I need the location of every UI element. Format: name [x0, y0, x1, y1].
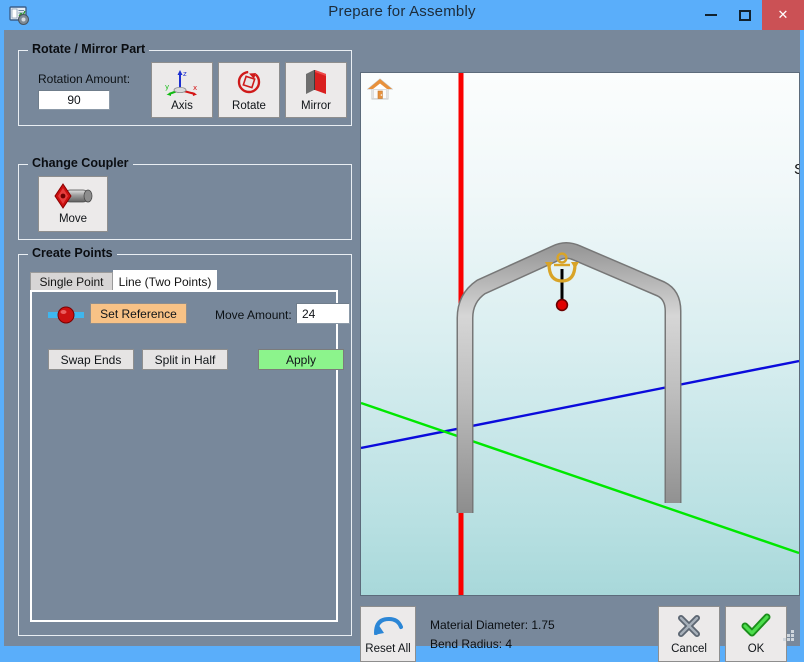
minimize-button[interactable]	[694, 0, 728, 30]
x-mark-icon	[674, 613, 704, 642]
svg-text:y: y	[165, 83, 169, 91]
axis-button[interactable]: z x y Axis	[151, 62, 213, 118]
material-info: Material Diameter: 1.75 Bend Radius: 4	[430, 616, 555, 654]
tab-single-point-label: Single Point	[39, 275, 104, 289]
create-points-tabpanel: Set Reference Move Amount: 24 Swap Ends …	[30, 290, 350, 622]
group-change-coupler: Change Coupler Move	[18, 156, 352, 240]
ok-label: OK	[747, 643, 765, 655]
axis-triad-icon: z x y	[164, 68, 200, 99]
axis-button-label: Axis	[171, 100, 193, 112]
cancel-label: Cancel	[671, 643, 707, 655]
maximize-button[interactable]	[728, 0, 762, 30]
group-title-create-points: Create Points	[28, 246, 117, 260]
check-mark-icon	[741, 613, 771, 642]
close-button[interactable]: ✕	[762, 0, 804, 30]
apply-button[interactable]: Apply	[258, 349, 344, 370]
tab-line-two-points[interactable]: Line (Two Points)	[113, 270, 217, 292]
bend-radius-text: Bend Radius: 4	[430, 637, 513, 651]
rotate-button[interactable]: Rotate	[218, 62, 280, 118]
rotation-amount-input[interactable]: 90	[38, 90, 110, 110]
dialog-client-area: Rotate / Mirror Part Rotation Amount: 90…	[4, 30, 800, 662]
material-diameter-text: Material Diameter: 1.75	[430, 618, 555, 632]
title-bar: Prepare for Assembly ✕	[0, 0, 804, 30]
close-icon: ✕	[777, 7, 789, 22]
y-axis-line	[361, 359, 799, 450]
window-title: Prepare for Assembly	[328, 3, 476, 20]
rotate-button-label: Rotate	[232, 100, 266, 112]
split-in-half-label: Split in Half	[154, 352, 216, 367]
svg-text:x: x	[193, 84, 197, 92]
group-title-rotate-mirror: Rotate / Mirror Part	[28, 42, 150, 56]
set-reference-label: Set Reference	[100, 306, 177, 321]
move-coupler-button[interactable]: Move	[38, 176, 108, 232]
set-reference-button[interactable]: Set Reference	[90, 303, 187, 324]
group-create-points: Create Points Single Point Line (Two Poi…	[18, 246, 352, 636]
tab-single-point[interactable]: Single Point	[30, 272, 113, 291]
anchor-point-marker	[555, 298, 569, 312]
reset-all-button[interactable]: Reset All	[360, 606, 416, 662]
prepare-for-assembly-window: Prepare for Assembly ✕ Rotate / Mirror P…	[0, 0, 804, 662]
rotation-amount-label: Rotation Amount:	[38, 72, 131, 86]
x-axis-line	[361, 401, 799, 555]
anchor-icon	[545, 252, 579, 312]
rotate-arrow-icon	[234, 68, 264, 99]
maximize-icon	[739, 9, 751, 21]
coupler-move-icon	[50, 183, 96, 212]
move-amount-label: Move Amount:	[215, 308, 292, 322]
mirror-button-label: Mirror	[300, 100, 332, 112]
reset-all-label: Reset All	[365, 643, 411, 655]
cancel-button[interactable]: Cancel	[658, 606, 720, 662]
swap-ends-button[interactable]: Swap Ends	[48, 349, 134, 370]
group-title-change-coupler: Change Coupler	[28, 156, 133, 170]
minimize-icon	[705, 14, 717, 16]
move-coupler-button-label: Move	[58, 213, 88, 225]
tab-line-two-points-label: Line (Two Points)	[118, 274, 212, 289]
apply-label: Apply	[285, 352, 317, 367]
create-points-tabstrip: Single Point Line (Two Points)	[30, 270, 340, 292]
move-amount-input[interactable]: 24	[296, 303, 350, 324]
split-in-half-button[interactable]: Split in Half	[142, 349, 228, 370]
model-scene	[361, 73, 799, 595]
line-two-points-icon	[48, 306, 84, 329]
undo-arrow-icon	[371, 613, 405, 642]
group-rotate-mirror-part: Rotate / Mirror Part Rotation Amount: 90…	[18, 42, 352, 126]
mirror-planes-icon	[300, 68, 332, 99]
resize-grip-icon[interactable]	[783, 630, 795, 642]
clipped-viewport-label: S	[794, 161, 799, 178]
svg-text:z: z	[183, 70, 187, 78]
mirror-button[interactable]: Mirror	[285, 62, 347, 118]
ok-button[interactable]: OK	[725, 606, 787, 662]
model-viewport[interactable]: S	[360, 72, 800, 596]
swap-ends-label: Swap Ends	[60, 352, 122, 367]
